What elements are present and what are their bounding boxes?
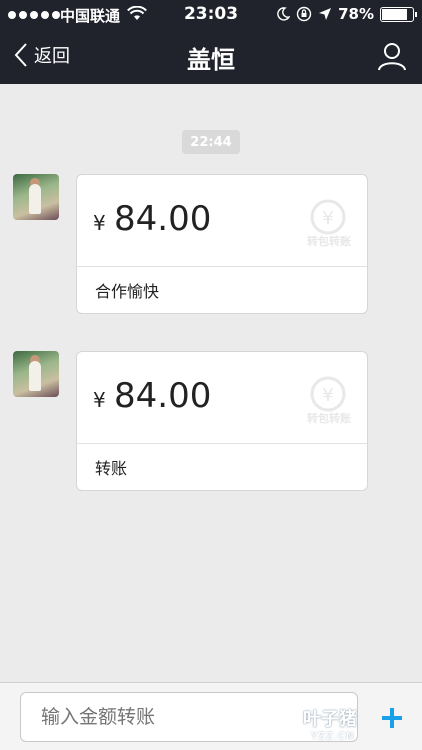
- transfer-amount: 84.00: [114, 199, 212, 239]
- currency-symbol: ¥: [93, 388, 106, 412]
- transfer-amount: 84.00: [114, 376, 212, 416]
- watermark-url: YZZ.CN: [311, 731, 355, 742]
- transfer-input-bar: 叶子猪 YZZ.CN: [0, 682, 422, 750]
- message-timestamp: 22:44: [182, 130, 240, 154]
- transfer-icon-label: 转包转账: [307, 412, 351, 425]
- transfer-message[interactable]: ¥ 84.00 ¥ 转包转账 合作愉快: [76, 174, 368, 314]
- currency-symbol: ¥: [93, 211, 106, 235]
- transfer-memo: 合作愉快: [95, 282, 160, 301]
- profile-icon[interactable]: [374, 38, 410, 74]
- status-right: 78%: [276, 5, 417, 23]
- svg-text:¥: ¥: [322, 385, 333, 406]
- transfer-message[interactable]: ¥ 84.00 ¥ 转包转账 转账: [76, 351, 368, 491]
- svg-text:¥: ¥: [322, 208, 333, 229]
- watermark-text: 叶子猪: [303, 709, 357, 730]
- transfer-memo: 转账: [95, 459, 128, 478]
- moon-icon: [277, 7, 291, 21]
- sender-avatar[interactable]: [13, 174, 59, 220]
- navigation-bar: 返回 盖恒: [0, 30, 422, 84]
- sender-avatar[interactable]: [13, 351, 59, 397]
- chat-title: 盖恒: [187, 46, 235, 74]
- battery-icon: [380, 6, 417, 22]
- transfer-icon-label: 转包转账: [307, 235, 351, 248]
- rotation-lock-icon: [296, 6, 312, 22]
- plus-icon[interactable]: [382, 707, 402, 729]
- battery-percent: 78%: [338, 5, 374, 23]
- location-icon: [319, 8, 332, 20]
- status-bar: 中国联通 23:03 78%: [0, 0, 422, 30]
